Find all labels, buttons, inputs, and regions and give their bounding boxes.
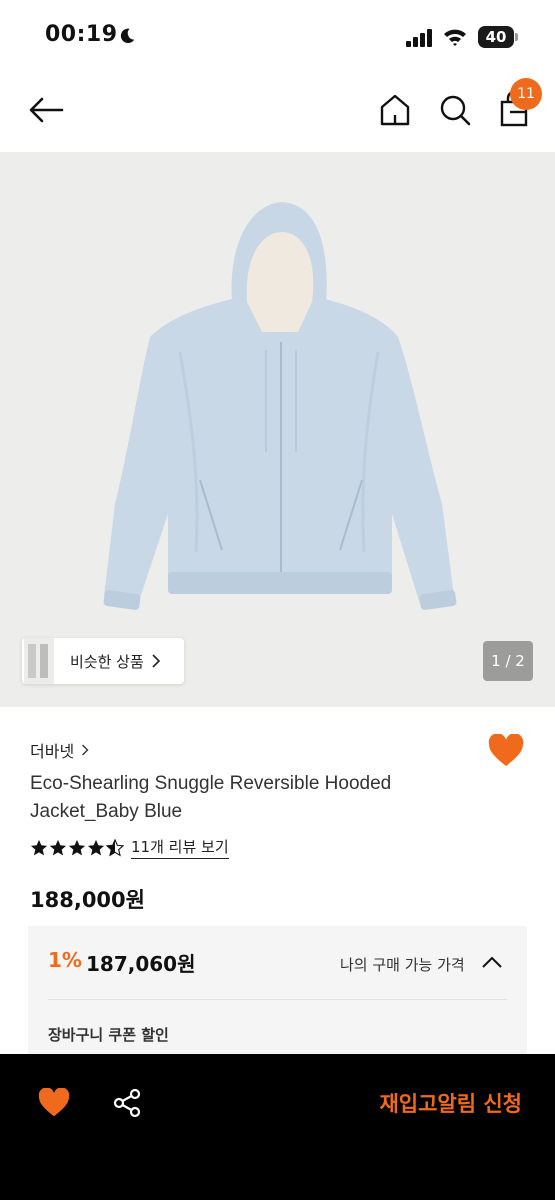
back-arrow-icon	[29, 97, 64, 123]
brand-link[interactable]: 더바넷	[30, 738, 89, 762]
restock-alert-button[interactable]: 재입고알림 신청	[322, 1084, 522, 1124]
home-icon	[380, 94, 410, 126]
brand-name: 더바넷	[30, 742, 75, 761]
similar-products-button[interactable]: 비슷한 상품	[22, 638, 184, 684]
star-icon	[68, 839, 86, 855]
heart-icon[interactable]	[38, 1088, 70, 1118]
jacket-image	[103, 202, 457, 610]
search-icon	[440, 95, 471, 126]
product-title: Eco-Shearling Snuggle Reversible Hooded …	[30, 773, 392, 822]
cart-coupon-label: 장바구니 쿠폰 할인	[48, 1026, 169, 1044]
my-price-toggle[interactable]: 나의 구매 가능 가격	[340, 954, 465, 975]
battery-icon: 40	[478, 26, 518, 48]
signal-icon	[406, 29, 432, 47]
back-button[interactable]	[26, 92, 66, 128]
price-box: 1% 187,060원 나의 구매 가능 가격 장바구니 쿠폰 할인	[28, 926, 527, 1066]
wifi-icon	[444, 29, 466, 46]
product-price: 188,000원	[30, 888, 145, 912]
chevron-right-icon	[82, 744, 89, 756]
image-counter: 1 / 2	[483, 641, 533, 681]
moon-icon	[120, 28, 135, 44]
cart-count-badge: 11	[510, 78, 542, 110]
star-half-icon	[106, 838, 124, 857]
divider	[48, 999, 507, 1000]
battery-level: 40	[478, 26, 514, 48]
review-link[interactable]: 11개 리뷰 보기	[131, 836, 229, 859]
star-icon	[87, 839, 105, 855]
similar-thumbnail	[24, 638, 54, 684]
star-icon	[49, 839, 67, 855]
status-time: 00:19	[45, 22, 118, 47]
rating-stars	[30, 838, 125, 857]
home-button[interactable]	[376, 91, 414, 129]
share-icon[interactable]	[112, 1088, 142, 1118]
status-bar: 00:19 40	[0, 0, 555, 70]
discount-rate: 1%	[48, 948, 82, 972]
similar-products-label: 비슷한 상품	[70, 652, 144, 671]
wishlist-heart-icon[interactable]	[488, 734, 524, 768]
rating-row: 11개 리뷰 보기	[30, 836, 229, 859]
bottom-action-bar: 재입고알림 신청	[0, 1054, 555, 1200]
chevron-right-icon	[152, 654, 160, 668]
chevron-up-icon[interactable]	[480, 954, 504, 970]
product-image[interactable]	[0, 152, 555, 707]
discount-price: 187,060원	[86, 952, 196, 976]
star-icon	[30, 839, 48, 855]
search-button[interactable]	[436, 91, 474, 129]
top-nav-bar	[0, 72, 555, 150]
